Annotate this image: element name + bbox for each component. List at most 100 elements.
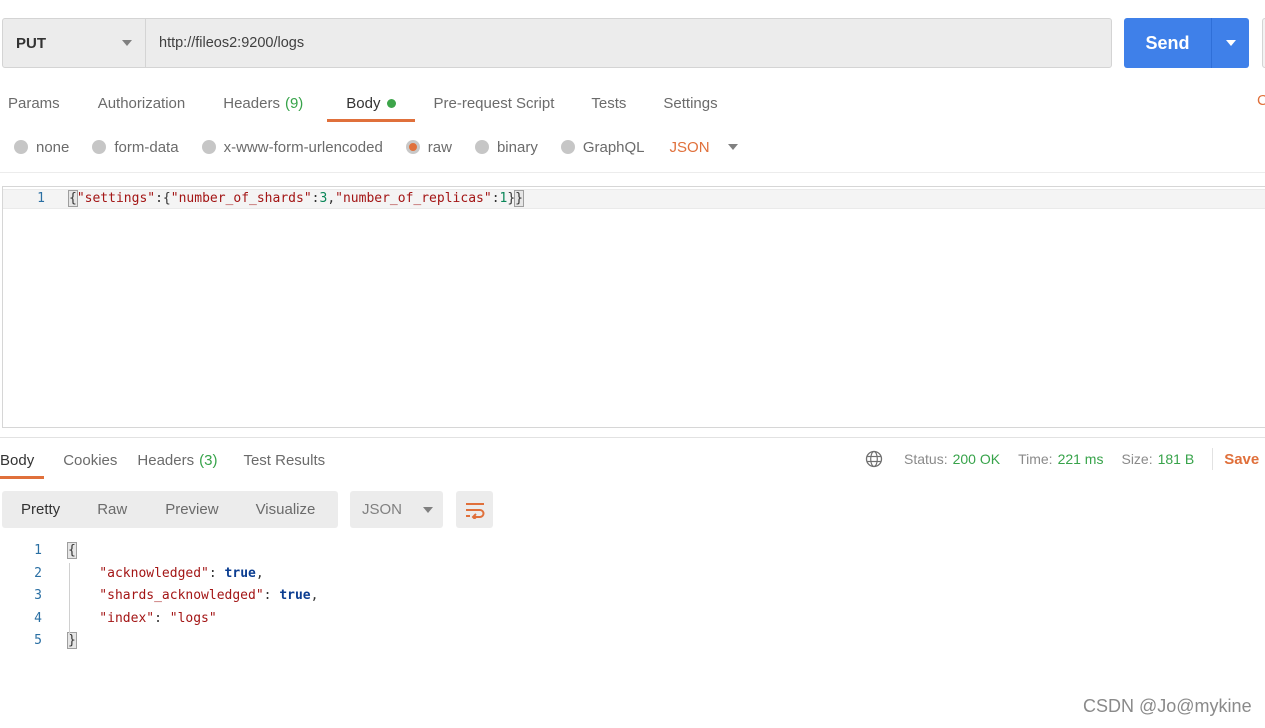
- code-token: ,: [310, 588, 319, 603]
- code-token: "index": [68, 610, 155, 626]
- radio-button[interactable]: [474, 140, 489, 154]
- radio-x-www-form-urlencoded[interactable]: x-www-form-urlencoded: [201, 138, 383, 156]
- response-tab-body[interactable]: Body: [0, 441, 45, 479]
- tab-label: Settings: [663, 94, 718, 112]
- send-options-button[interactable]: [1211, 18, 1249, 68]
- url-input[interactable]: [159, 35, 1111, 51]
- view-visualize-button[interactable]: Visualize: [256, 501, 316, 518]
- size-readout: Size: 181 B: [1121, 451, 1194, 467]
- chevron-down-icon: [1225, 40, 1236, 46]
- method-select[interactable]: PUT: [3, 19, 146, 67]
- code-text: "shards_acknowledged": true,: [68, 585, 318, 607]
- time-label: Time:: [1018, 451, 1053, 467]
- radio-button[interactable]: [560, 140, 575, 154]
- radio-none[interactable]: none: [14, 139, 69, 156]
- code-token: :: [154, 610, 170, 626]
- line-number: 1: [37, 191, 45, 206]
- radio-label: raw: [427, 138, 452, 156]
- line-number: 5: [34, 633, 42, 648]
- watermark: CSDN @Jo@mykine: [1083, 696, 1252, 716]
- code-line: 5}: [0, 630, 600, 652]
- code-token: :: [263, 588, 280, 603]
- radio-label: GraphQL: [582, 138, 645, 156]
- radio-binary[interactable]: binary: [474, 138, 538, 156]
- code-token: "logs": [169, 610, 217, 626]
- code-token: "acknowledged": [68, 565, 209, 581]
- code-token: "number_of_shards": [170, 191, 312, 206]
- tab-label: Test Results: [243, 451, 326, 469]
- cookies-link-partial[interactable]: C: [1257, 92, 1265, 109]
- divider: [1212, 448, 1214, 470]
- size-label: Size:: [1121, 451, 1153, 467]
- save-response-button[interactable]: Save: [1224, 451, 1259, 468]
- radio-button[interactable]: [14, 140, 28, 154]
- radio-label: form-data: [114, 138, 179, 156]
- response-format-select[interactable]: JSON: [350, 491, 443, 528]
- response-body-viewer[interactable]: 1{2 "acknowledged": true, 3 "shards_ackno…: [0, 540, 700, 655]
- wrap-lines-button[interactable]: [456, 491, 493, 528]
- tab-pre-request-script[interactable]: Pre-request Script: [434, 84, 555, 122]
- tab-tests[interactable]: Tests: [591, 84, 626, 122]
- line-number: 4: [34, 610, 42, 626]
- tab-label: Cookies: [63, 451, 118, 469]
- tab-params[interactable]: Params: [8, 84, 60, 122]
- size-value: 181 B: [1157, 451, 1195, 467]
- line-number: 2: [34, 565, 42, 581]
- code-token: "shards_acknowledged": [68, 588, 264, 603]
- code-text: "index": "logs": [68, 608, 217, 630]
- response-tab-test-results[interactable]: Test Results: [243, 441, 325, 479]
- globe-icon[interactable]: [865, 450, 883, 468]
- url-field[interactable]: [146, 19, 1111, 67]
- tab-label: Body: [0, 451, 35, 469]
- radio-button[interactable]: [201, 140, 216, 154]
- method-label: PUT: [16, 34, 46, 52]
- response-format-label: JSON: [362, 501, 403, 518]
- code-token: }: [507, 191, 516, 206]
- code-token: true: [224, 565, 256, 581]
- radio-label: x-www-form-urlencoded: [223, 138, 383, 156]
- tab-label: Pre-request Script: [433, 94, 555, 112]
- code-token: "number_of_replicas": [335, 191, 492, 206]
- tab-label: Authorization: [97, 94, 186, 112]
- tab-headers[interactable]: Headers (9): [223, 84, 303, 122]
- radio-graphql[interactable]: GraphQL: [560, 138, 645, 156]
- view-preview-button[interactable]: Preview: [165, 501, 218, 518]
- radio-raw[interactable]: raw: [405, 138, 452, 156]
- radio-button-checked[interactable]: [405, 140, 420, 154]
- wrap-lines-icon: [465, 502, 484, 519]
- send-button-group: Send: [1124, 18, 1249, 68]
- time-value: 221 ms: [1057, 451, 1104, 467]
- send-button[interactable]: Send: [1124, 18, 1211, 68]
- code-line: 2 "acknowledged": true,: [0, 563, 600, 585]
- status-readout: Status: 200 OK: [904, 451, 1000, 467]
- request-body-editor[interactable]: 1 {"settings":{"number_of_shards":3,"num…: [2, 186, 1265, 428]
- request-bar: PUT: [2, 18, 1112, 68]
- response-tab-headers[interactable]: Headers (3): [137, 441, 217, 479]
- headers-count: (9): [284, 94, 304, 112]
- chevron-down-icon: [727, 144, 738, 150]
- headers-count: (3): [199, 451, 218, 469]
- tab-body[interactable]: Body: [327, 84, 415, 122]
- tab-settings[interactable]: Settings: [663, 84, 717, 122]
- radio-form-data[interactable]: form-data: [92, 138, 179, 156]
- radio-button[interactable]: [92, 140, 107, 154]
- code-token: :: [208, 565, 225, 581]
- tab-label: Headers: [137, 451, 195, 469]
- tab-label: Body: [346, 94, 381, 112]
- tab-label: Params: [8, 94, 60, 112]
- raw-language-select[interactable]: JSON: [670, 139, 738, 156]
- line-number: 3: [34, 588, 42, 603]
- request-body-code[interactable]: {"settings":{"number_of_shards":3,"numbe…: [68, 190, 524, 207]
- radio-label: binary: [496, 138, 538, 156]
- code-token: :: [491, 191, 500, 206]
- view-pretty-button[interactable]: Pretty: [21, 501, 60, 518]
- response-tab-cookies[interactable]: Cookies: [63, 441, 117, 479]
- code-token: }: [67, 632, 77, 649]
- status-value: 200 OK: [952, 451, 1001, 467]
- view-raw-button[interactable]: Raw: [97, 501, 127, 518]
- divider: [0, 437, 1265, 438]
- code-token: ,: [255, 565, 264, 581]
- indent-guide: [69, 563, 70, 635]
- tab-authorization[interactable]: Authorization: [98, 84, 186, 122]
- code-token: "settings": [76, 191, 156, 206]
